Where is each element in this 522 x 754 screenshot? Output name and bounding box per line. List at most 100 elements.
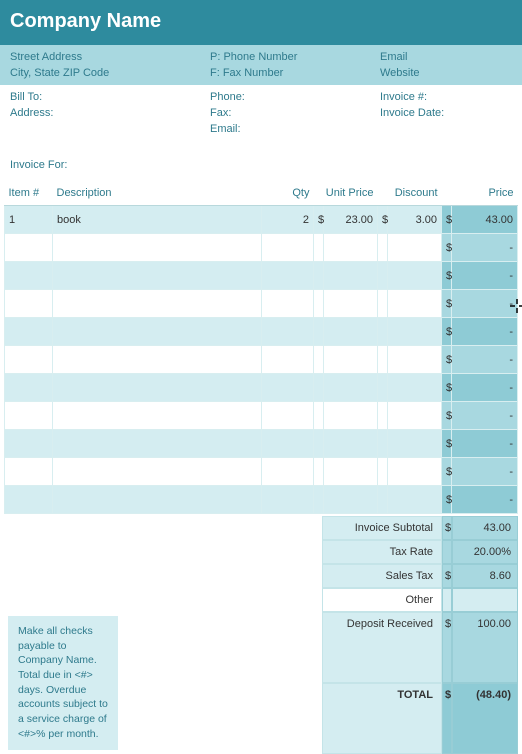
cell-qty[interactable] (261, 318, 313, 346)
currency-symbol (377, 318, 387, 346)
cell-qty[interactable] (261, 346, 313, 374)
currency-symbol: $ (442, 206, 452, 234)
sales-tax-label: Sales Tax (322, 564, 442, 588)
cell-qty[interactable]: 2 (261, 206, 313, 234)
cell-discount[interactable] (387, 318, 441, 346)
cell-unit-price[interactable]: 23.00 (323, 206, 377, 234)
cell-item[interactable] (5, 290, 53, 318)
city-state-zip: City, State ZIP Code (10, 67, 210, 79)
cell-discount[interactable] (387, 430, 441, 458)
cell-item[interactable] (5, 262, 53, 290)
cell-discount[interactable] (387, 290, 441, 318)
street-address: Street Address (10, 51, 210, 63)
currency-symbol (313, 346, 323, 374)
cell-unit-price[interactable] (323, 262, 377, 290)
line-items-table: Item # Description Qty Unit Price Discou… (4, 181, 518, 514)
table-row[interactable]: $- (5, 318, 518, 346)
cell-item[interactable]: 1 (5, 206, 53, 234)
cell-discount[interactable] (387, 458, 441, 486)
cell-description[interactable] (53, 486, 262, 514)
cell-qty[interactable] (261, 486, 313, 514)
cell-qty[interactable] (261, 290, 313, 318)
cell-qty[interactable] (261, 402, 313, 430)
table-row[interactable]: $- (5, 430, 518, 458)
cell-item[interactable] (5, 402, 53, 430)
currency-symbol (377, 402, 387, 430)
cell-item[interactable] (5, 346, 53, 374)
deposit-value: 100.00 (452, 612, 518, 683)
cell-discount[interactable] (387, 486, 441, 514)
cell-description[interactable] (53, 458, 262, 486)
table-row[interactable]: $- (5, 262, 518, 290)
cell-item[interactable] (5, 318, 53, 346)
table-row[interactable]: $- (5, 402, 518, 430)
footer-line-1: Make all checks payable to Company Name. (18, 624, 108, 668)
table-row[interactable]: $- (5, 458, 518, 486)
cell-unit-price[interactable] (323, 486, 377, 514)
cell-discount[interactable] (387, 374, 441, 402)
cell-item[interactable] (5, 374, 53, 402)
cell-description[interactable] (53, 262, 262, 290)
cell-unit-price[interactable] (323, 234, 377, 262)
cell-unit-price[interactable] (323, 318, 377, 346)
cell-discount[interactable]: 3.00 (387, 206, 441, 234)
table-row[interactable]: $- (5, 346, 518, 374)
table-row[interactable]: $- (5, 290, 518, 318)
fax-field-label: Fax: (210, 107, 380, 119)
cell-unit-price[interactable] (323, 290, 377, 318)
company-info-bar: Street Address P: Phone Number Email Cit… (0, 45, 522, 85)
cell-qty[interactable] (261, 262, 313, 290)
cell-item[interactable] (5, 430, 53, 458)
currency-symbol: $ (442, 234, 452, 262)
total-value: (48.40) (452, 683, 518, 754)
cell-price: - (452, 486, 518, 514)
cell-unit-price[interactable] (323, 346, 377, 374)
cell-discount[interactable] (387, 262, 441, 290)
cell-description[interactable] (53, 290, 262, 318)
cell-discount[interactable] (387, 402, 441, 430)
cell-price: - (452, 402, 518, 430)
cell-price: - (452, 262, 518, 290)
currency-symbol (377, 486, 387, 514)
cell-price: - (452, 346, 518, 374)
subtotal-label: Invoice Subtotal (322, 516, 442, 540)
cell-qty[interactable] (261, 458, 313, 486)
cell-qty[interactable] (261, 234, 313, 262)
cell-description[interactable] (53, 346, 262, 374)
cell-item[interactable] (5, 458, 53, 486)
cell-discount[interactable] (387, 234, 441, 262)
currency-symbol: $ (442, 318, 452, 346)
currency-symbol (377, 234, 387, 262)
total-label: TOTAL (322, 683, 442, 754)
website-label: Website (380, 67, 512, 79)
currency-symbol: $ (442, 346, 452, 374)
cell-description[interactable] (53, 234, 262, 262)
cell-unit-price[interactable] (323, 402, 377, 430)
cell-description[interactable] (53, 430, 262, 458)
table-row[interactable]: $- (5, 234, 518, 262)
cell-unit-price[interactable] (323, 430, 377, 458)
currency-symbol (313, 374, 323, 402)
cell-qty[interactable] (261, 374, 313, 402)
cell-description[interactable] (53, 402, 262, 430)
currency-symbol (313, 290, 323, 318)
cell-unit-price[interactable] (323, 374, 377, 402)
currency-symbol: $ (313, 206, 323, 234)
cell-unit-price[interactable] (323, 458, 377, 486)
cell-price: - (452, 318, 518, 346)
cell-description[interactable] (53, 318, 262, 346)
currency-symbol: $ (442, 516, 452, 540)
cell-discount[interactable] (387, 346, 441, 374)
cell-qty[interactable] (261, 430, 313, 458)
table-row[interactable]: $- (5, 374, 518, 402)
table-row[interactable]: 1book2$23.00$3.00$43.00 (5, 206, 518, 234)
header: Company Name (0, 0, 522, 45)
table-row[interactable]: $- (5, 486, 518, 514)
col-unit-price: Unit Price (313, 181, 377, 206)
cell-description[interactable] (53, 374, 262, 402)
cell-description[interactable]: book (53, 206, 262, 234)
cell-item[interactable] (5, 234, 53, 262)
currency-symbol: $ (442, 262, 452, 290)
cell-item[interactable] (5, 486, 53, 514)
currency-symbol (377, 430, 387, 458)
